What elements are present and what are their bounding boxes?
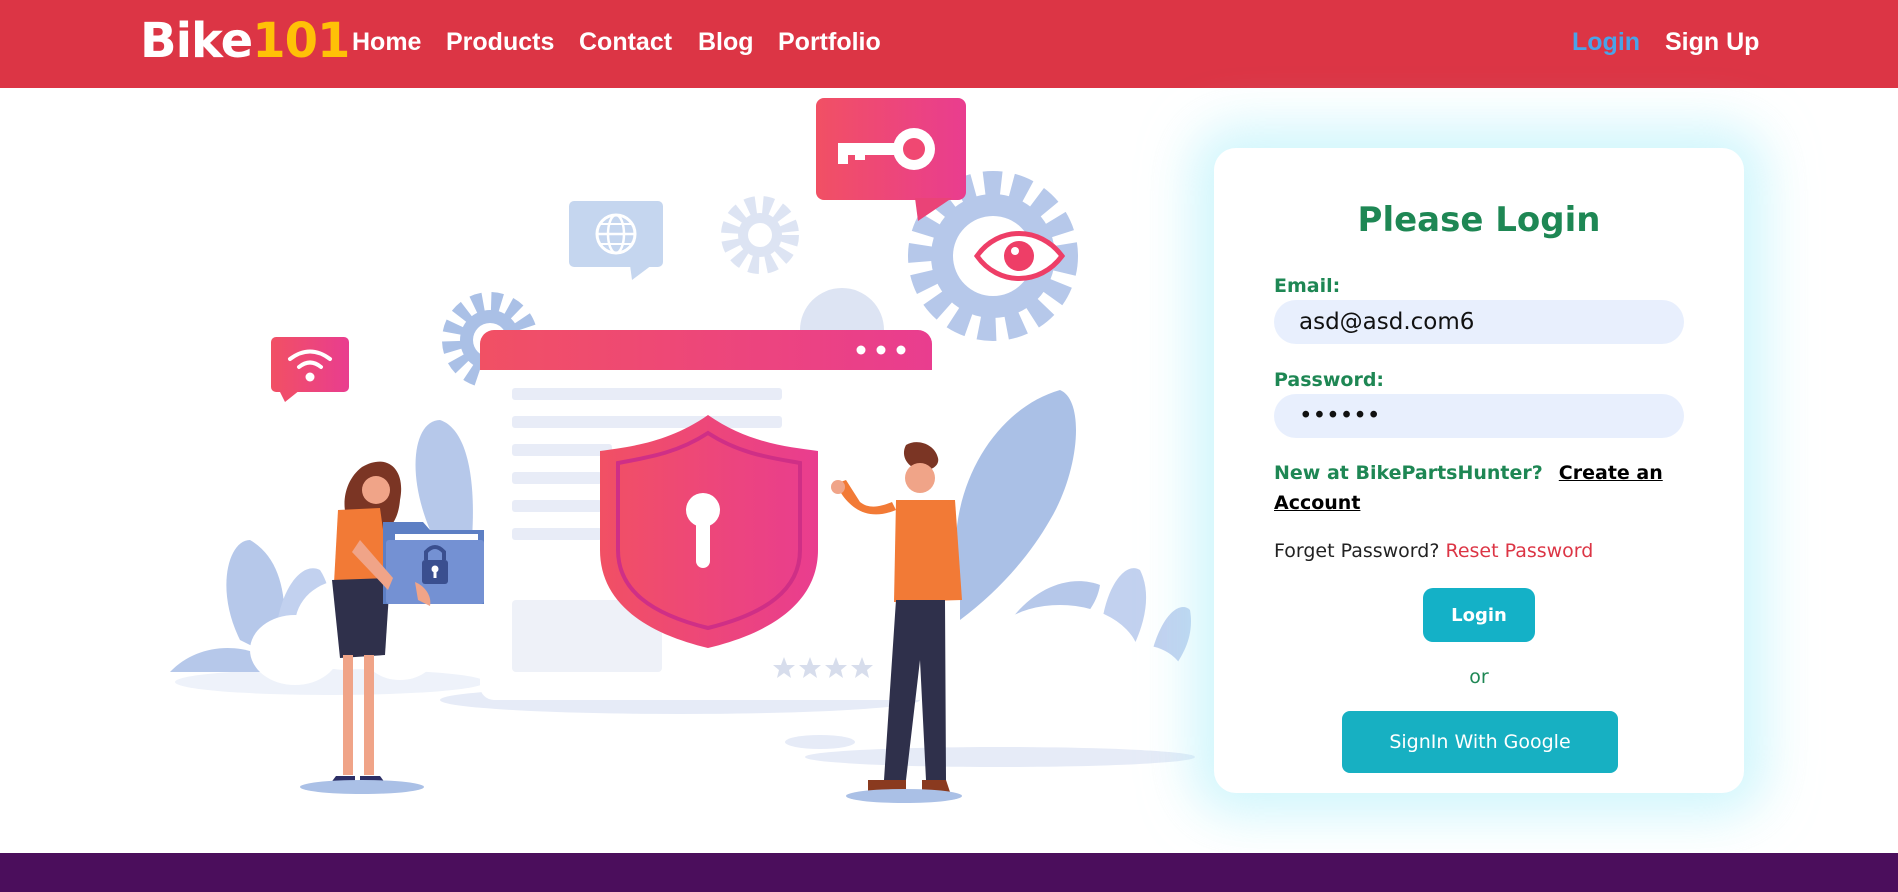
email-input[interactable] (1274, 300, 1684, 344)
globe-icon (569, 201, 663, 280)
login-card: Please Login Email: Password: New at Bik… (1214, 148, 1744, 793)
brand-word: Bike (140, 13, 253, 69)
login-title: Please Login (1357, 200, 1601, 240)
password-label: Password: (1274, 369, 1385, 391)
brand-number: 101 (252, 13, 350, 69)
or-divider: or (1469, 666, 1489, 688)
nav-link-portfolio[interactable]: Portfolio (778, 26, 881, 58)
google-signin-button[interactable]: SignIn With Google (1342, 711, 1618, 773)
wifi-icon (271, 337, 349, 402)
new-account-prompt: New at BikePartsHunter? Create an Account (1274, 458, 1674, 518)
nav-link-contact[interactable]: Contact (579, 26, 672, 58)
security-illustration (170, 98, 1195, 803)
eye-icon (973, 231, 1066, 281)
brand-logo[interactable]: Bike101 (140, 12, 350, 70)
footer-bar (0, 853, 1898, 892)
key-icon (816, 98, 966, 221)
nav-link-blog[interactable]: Blog (698, 26, 754, 58)
nav-login-link[interactable]: Login (1572, 26, 1640, 58)
nav-signup-link[interactable]: Sign Up (1665, 26, 1759, 58)
new-at-text: New at BikePartsHunter? (1274, 462, 1543, 484)
plant-right (955, 390, 1191, 715)
nav-link-products[interactable]: Products (446, 26, 554, 58)
login-button[interactable]: Login (1423, 588, 1535, 642)
email-label: Email: (1274, 275, 1341, 297)
forget-text: Forget Password? (1274, 540, 1440, 562)
password-input[interactable] (1274, 394, 1684, 438)
shield-lock-icon (600, 415, 818, 648)
top-navbar: Bike101 Home Products Contact Blog Portf… (0, 0, 1898, 88)
reset-password-link[interactable]: Reset Password (1445, 540, 1593, 562)
nav-link-home[interactable]: Home (352, 26, 421, 58)
forget-password-row: Forget Password? Reset Password (1274, 540, 1593, 562)
